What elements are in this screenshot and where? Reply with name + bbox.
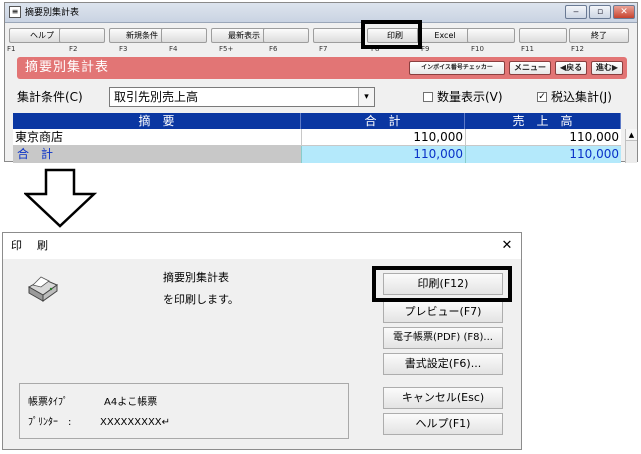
form-type-value: A4よこ帳票 [104,397,158,408]
fkey-number: F1 [7,45,16,53]
forward-button[interactable]: 進む▶ [591,61,623,75]
fkey-number: F2 [69,45,78,53]
fkey-f10-button[interactable] [467,28,515,43]
fkey-number: F7 [319,45,328,53]
printer-label: ﾌﾟﾘﾝﾀｰ : [28,417,72,428]
back-button[interactable]: ◀戻る [555,61,587,75]
preview-button[interactable]: プレビュー(F7) [383,301,503,323]
print-dialog: 印 刷 ✕ 摘要別集計表 を印刷します。 帳票ﾀｲﾌﾟ A4よこ帳票 ﾌﾟﾘﾝﾀ… [2,232,522,450]
fkey-number: F9 [421,45,430,53]
fkey-number: F3 [119,45,128,53]
fkey-number: F4 [169,45,178,53]
close-icon[interactable]: ✕ [497,236,517,256]
format-settings-button[interactable]: 書式設定(F6)... [383,353,503,375]
quantity-display-checkbox[interactable] [423,92,433,102]
cancel-button[interactable]: キャンセル(Esc) [383,387,503,409]
row-sales: 110,000 [465,129,619,146]
fkey-number: F12 [571,45,584,53]
column-header-total: 合 計 [301,113,465,129]
vertical-scrollbar[interactable]: ▲ [625,129,637,163]
table-row[interactable]: 東京商店 110,000 110,000 [13,129,621,146]
pdf-button[interactable]: 電子帳票(PDF) (F8)... [383,327,503,349]
highlight-frame-print-button [372,266,512,302]
total-row-sales: 110,000 [465,146,621,163]
row-name: 東京商店 [15,130,64,144]
fkey-number: F10 [471,45,484,53]
condition-label: 集計条件(C) [17,90,83,104]
app-icon: ≡ [9,6,21,18]
row-total: 110,000 [301,129,463,146]
fkey-f6-button[interactable] [263,28,309,43]
down-arrow-icon [24,168,98,228]
total-row-total: 110,000 [301,146,465,163]
fkey-exit-button[interactable]: 終了 [569,28,629,43]
fkey-f11-button[interactable] [519,28,567,43]
maximize-button[interactable]: ▫ [589,5,611,19]
form-type-label: 帳票ﾀｲﾌﾟ [28,397,68,408]
close-button[interactable]: ✕ [613,5,635,19]
page-title: 摘要別集計表 [25,60,110,75]
fkey-f4-button[interactable] [161,28,207,43]
condition-select[interactable]: 取引先別売上高 ▾ [109,87,375,107]
window-title: 摘要別集計表 [25,8,80,18]
report-name: 摘要別集計表 [163,271,229,284]
fkey-number: F6 [269,45,278,53]
chevron-down-icon[interactable]: ▾ [358,88,374,106]
printer-value: XXXXXXXXX↵ [100,417,171,428]
report-header: 摘要別集計表 インボイス番号チェッカー メニュー ◀戻る 進む▶ [17,57,627,79]
dialog-title: 印 刷 [11,239,50,252]
fkey-number: F5+ [219,45,234,53]
total-row-name: 合 計 [13,146,301,163]
dialog-title-bar: 印 刷 ✕ [3,233,521,259]
scroll-up-arrow-icon[interactable]: ▲ [626,129,637,141]
summary-table: 摘 要 合 計 売 上 高 東京商店 110,000 110,000 合 計 1… [13,113,627,163]
condition-value: 取引先別売上高 [114,90,199,104]
print-message: を印刷します。 [163,293,239,306]
menu-button[interactable]: メニュー [509,61,551,75]
highlight-frame-print [361,20,422,49]
tax-included-label: 税込集計(J) [551,90,612,104]
print-info-box: 帳票ﾀｲﾌﾟ A4よこ帳票 ﾌﾟﾘﾝﾀｰ : XXXXXXXXX↵ [19,383,349,439]
total-row: 合 計 110,000 110,000 [13,146,621,163]
fkey-f7-button[interactable] [313,28,363,43]
fkey-f2-button[interactable] [59,28,105,43]
app-window: ≡ 摘要別集計表 ‒ ▫ ✕ ヘルプ 新規条件 最新表示 印刷 Excel 終了… [4,2,638,163]
fkey-number: F11 [521,45,534,53]
title-bar: ≡ 摘要別集計表 ‒ ▫ ✕ [5,3,637,23]
invoice-checker-button[interactable]: インボイス番号チェッカー [409,61,505,75]
tax-included-checkbox[interactable]: ✓ [537,92,547,102]
fkey-excel-button[interactable]: Excel [417,28,473,43]
minimize-button[interactable]: ‒ [565,5,587,19]
printer-icon [27,276,59,302]
quantity-display-label: 数量表示(V) [437,90,503,104]
column-header-summary: 摘 要 [13,113,301,129]
help-button[interactable]: ヘルプ(F1) [383,413,503,435]
column-header-sales: 売 上 高 [465,113,621,129]
